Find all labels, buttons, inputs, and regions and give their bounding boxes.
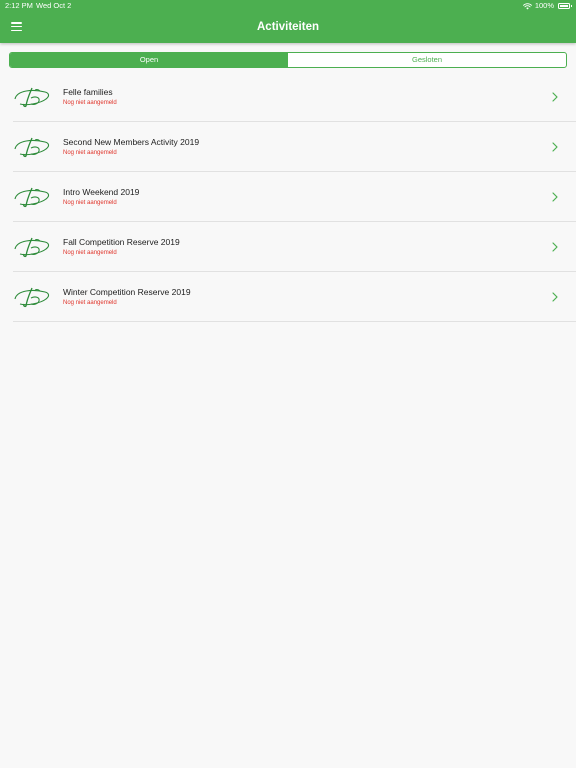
list-item[interactable]: Second New Members Activity 2019 Nog nie… bbox=[13, 122, 576, 172]
activity-title: Winter Competition Reserve 2019 bbox=[63, 287, 191, 297]
page-title: Activiteiten bbox=[257, 21, 319, 33]
list-item[interactable]: Fall Competition Reserve 2019 Nog niet a… bbox=[13, 222, 576, 272]
activity-list: Felle families Nog niet aangemeld Second… bbox=[0, 72, 576, 322]
chevron-right-icon bbox=[552, 242, 558, 252]
activity-title: Felle families bbox=[63, 87, 113, 97]
chevron-right-icon bbox=[552, 142, 558, 152]
activity-status: Nog niet aangemeld bbox=[63, 200, 117, 206]
status-bar: 2:12 PM Wed Oct 2 100% bbox=[0, 0, 576, 12]
list-item[interactable]: Intro Weekend 2019 Nog niet aangemeld bbox=[13, 172, 576, 222]
club-logo-icon bbox=[14, 137, 50, 158]
chevron-right-icon bbox=[552, 92, 558, 102]
list-item[interactable]: Felle families Nog niet aangemeld bbox=[13, 72, 576, 122]
activity-status: Nog niet aangemeld bbox=[63, 150, 117, 156]
activity-title: Fall Competition Reserve 2019 bbox=[63, 237, 180, 247]
activity-status: Nog niet aangemeld bbox=[63, 100, 117, 106]
club-logo-icon bbox=[14, 87, 50, 108]
battery-percent: 100% bbox=[534, 1, 554, 10]
club-logo-icon bbox=[14, 237, 50, 258]
activity-status: Nog niet aangemeld bbox=[63, 300, 117, 306]
club-logo-icon bbox=[14, 287, 50, 308]
activity-status: Nog niet aangemeld bbox=[63, 250, 117, 256]
club-logo-icon bbox=[14, 187, 50, 208]
activity-title: Intro Weekend 2019 bbox=[63, 187, 140, 197]
wifi-icon bbox=[522, 2, 532, 9]
chevron-right-icon bbox=[552, 292, 558, 302]
status-time: 2:12 PM bbox=[5, 1, 33, 10]
segmented-control: Open Gesloten bbox=[9, 52, 567, 68]
list-item[interactable]: Winter Competition Reserve 2019 Nog niet… bbox=[13, 272, 576, 322]
app-header: 2:12 PM Wed Oct 2 100% Activiteiten bbox=[0, 0, 576, 43]
tab-gesloten[interactable]: Gesloten bbox=[288, 53, 566, 67]
tab-open[interactable]: Open bbox=[10, 53, 288, 67]
battery-icon bbox=[558, 3, 572, 9]
status-right: 100% bbox=[522, 0, 572, 12]
activity-title: Second New Members Activity 2019 bbox=[63, 137, 200, 147]
status-date: Wed Oct 2 bbox=[36, 1, 72, 10]
chevron-right-icon bbox=[552, 192, 558, 202]
